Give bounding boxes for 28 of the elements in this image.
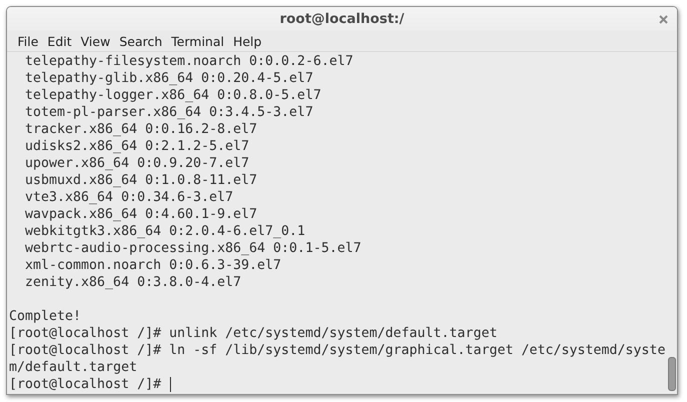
output-line: webrtc-audio-processing.x86_64 0:0.1-5.el7: [24, 240, 362, 257]
output-line: upower.x86_64 0:0.9.20-7.el7: [24, 155, 250, 172]
window-title: root@localhost:/: [280, 11, 404, 27]
output-line: telepathy-filesystem.noarch 0:0.0.2-6.el7: [24, 53, 354, 70]
output-line: usbmuxd.x86_64 0:1.0.8-11.el7: [24, 172, 258, 189]
output-line: udisks2.x86_64 0:2.1.2-5.el7: [24, 138, 250, 155]
output-line: [root@localhost /]#: [9, 376, 162, 393]
menu-item[interactable]: File: [13, 34, 43, 48]
menu-item[interactable]: Search: [114, 34, 167, 48]
output-line: telepathy-glib.x86_64 0:0.20.4-5.el7: [24, 70, 314, 87]
scrollbar-thumb[interactable]: [668, 357, 676, 391]
output-line: telepathy-logger.x86_64 0:0.8.0-5.el7: [24, 87, 322, 104]
output-line: totem-pl-parser.x86_64 0:3.4.5-3.el7: [24, 104, 314, 121]
menu-item[interactable]: Terminal: [166, 34, 229, 48]
output-line: [root@localhost /]# ln -sf /lib/systemd/system/graphical.target /etc/systemd/syste: [9, 342, 666, 359]
output-line: webkitgtk3.x86_64 0:2.0.4-6.el7_0.1: [24, 223, 306, 240]
close-icon[interactable]: [659, 15, 668, 24]
output-line: [root@localhost /]# unlink /etc/systemd/system/default.target: [9, 325, 498, 342]
output-line: m/default.target: [9, 359, 138, 376]
output-line: Complete!: [9, 308, 82, 325]
menu-item[interactable]: Edit: [42, 34, 76, 48]
output-line: vte3.x86_64 0:0.34.6-3.el7: [24, 189, 234, 206]
output-line: zenity.x86_64 0:3.8.0-4.el7: [24, 274, 242, 291]
menu-item[interactable]: Help: [228, 34, 266, 48]
menu-item[interactable]: View: [76, 34, 115, 48]
output-line: wavpack.x86_64 0:4.60.1-9.el7: [24, 206, 258, 223]
output-line: tracker.x86_64 0:0.16.2-8.el7: [24, 121, 258, 138]
output-line: xml-common.noarch 0:0.6.3-39.el7: [24, 257, 282, 274]
